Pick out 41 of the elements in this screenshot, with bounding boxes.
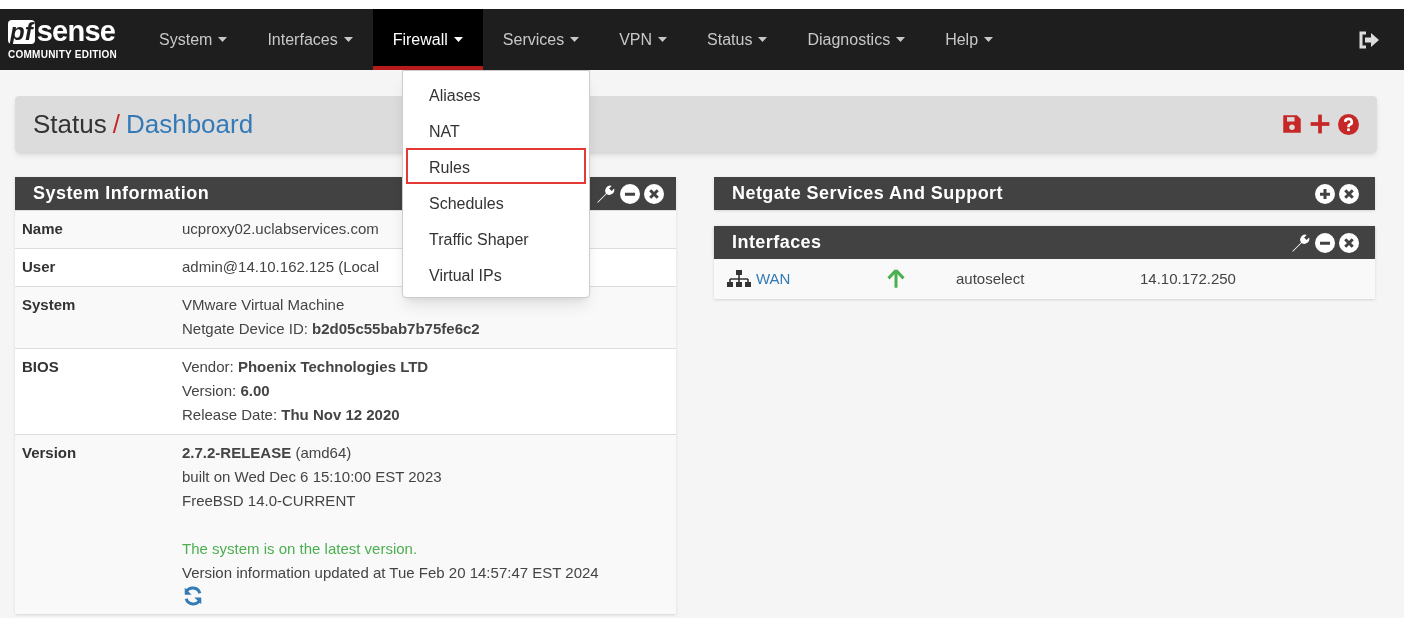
interface-link[interactable]: WAN — [756, 267, 791, 291]
nav-menu-item[interactable]: System — [139, 9, 248, 70]
info-value: Vendor: Phoenix Technologies LTD — [182, 357, 429, 377]
logo-subtitle: COMMUNITY EDITION — [8, 48, 118, 62]
dropdown-item[interactable]: NAT — [406, 112, 586, 148]
interface-address: 14.10.172.250 — [1140, 268, 1236, 289]
nav-menu-item[interactable]: Services — [482, 9, 600, 70]
info-label: User — [22, 258, 56, 275]
info-value: FreeBSD 14.0-CURRENT — [182, 491, 356, 511]
panel-title: System Information — [33, 182, 210, 205]
nav-menu-item[interactable]: Interfaces — [247, 9, 373, 70]
info-value: Release Date: Thu Nov 12 2020 — [182, 405, 400, 425]
panel-title: Interfaces — [732, 231, 822, 254]
breadcrumb-separator: / — [112, 107, 120, 141]
panel-title: Netgate Services And Support — [732, 182, 1003, 205]
info-value: Version information updated at Tue Feb 20 14:57:47 EST 2024 — [182, 563, 599, 583]
nav-menu-item[interactable]: Status — [687, 9, 788, 70]
dropdown-item[interactable]: Virtual IPs — [406, 256, 586, 292]
info-value: admin@14.10.162.125 (Local — [182, 257, 380, 277]
dropdown-item[interactable]: Traffic Shaper — [406, 220, 586, 256]
info-label: Name — [22, 220, 63, 237]
nav-menu-item[interactable]: VPN — [599, 9, 688, 70]
dropdown-item[interactable]: Rules — [406, 148, 586, 184]
nav-menu-item[interactable]: Diagnostics — [787, 9, 926, 70]
nav-menu-item[interactable]: Help — [925, 9, 1014, 70]
interface-media: autoselect — [956, 268, 1026, 289]
nav-menu-item[interactable]: Firewall — [372, 9, 483, 70]
info-value: VMware Virtual Machine — [182, 295, 345, 315]
status-message: The system is on the latest version. — [182, 539, 418, 559]
logo[interactable]: pfsense — [8, 17, 118, 46]
info-value: ucproxy02.uclabservices.com — [182, 219, 379, 239]
info-label: BIOS — [22, 358, 59, 375]
info-label: System — [22, 296, 76, 313]
info-value: built on Wed Dec 6 15:10:00 EST 2023 — [182, 467, 442, 487]
info-label: Version — [22, 444, 77, 461]
info-value: Netgate Device ID: b2d05c55bab7b75fe6c2 — [182, 319, 480, 339]
info-value: Version: 6.00 — [182, 381, 270, 401]
dropdown-item[interactable]: Schedules — [406, 184, 586, 220]
dropdown-item[interactable]: Aliases — [406, 76, 586, 112]
info-value: 2.7.2-RELEASE (amd64) — [182, 443, 352, 463]
breadcrumb-parent[interactable]: Status — [33, 104, 107, 144]
